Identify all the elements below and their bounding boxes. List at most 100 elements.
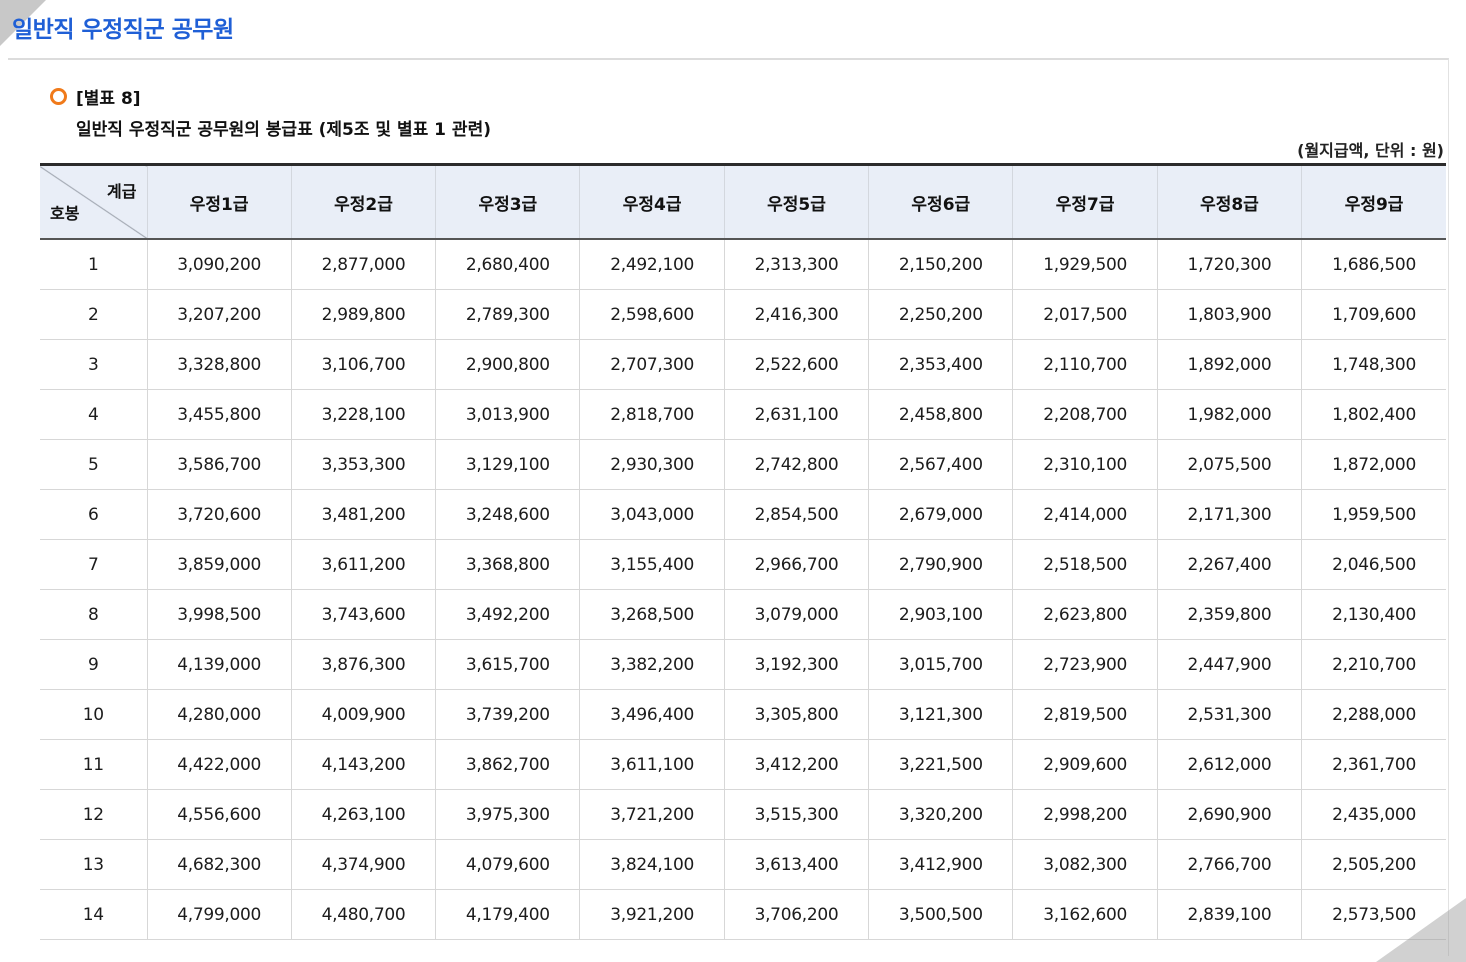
step-cell: 11 [40, 739, 147, 790]
column-header: 우정4급 [579, 164, 725, 240]
table-row: 2 3,207,200 2,989,800 2,789,300 2,598,600 2,4… [40, 289, 1446, 340]
salary-cell: 4,280,000 [146, 689, 292, 740]
salary-cell: 3,921,200 [579, 889, 725, 940]
salary-cell: 3,615,700 [435, 639, 580, 690]
salary-cell: 3,706,200 [723, 889, 869, 940]
salary-cell: 3,121,300 [868, 689, 1013, 740]
salary-cell: 2,567,400 [868, 439, 1013, 490]
salary-cell: 3,228,100 [290, 389, 436, 440]
step-cell: 8 [40, 589, 147, 640]
salary-cell: 2,612,000 [1156, 739, 1302, 790]
table-caption: [별표 8] 일반직 우정직군 공무원의 봉급표 (제5조 및 별표 1 관련) [50, 84, 491, 140]
salary-cell: 1,720,300 [1156, 239, 1302, 290]
salary-cell: 3,043,000 [579, 489, 725, 540]
column-header: 우정5급 [723, 164, 869, 240]
salary-cell: 3,496,400 [579, 689, 725, 740]
circle-bullet-icon [50, 88, 67, 105]
salary-cell: 3,515,300 [723, 789, 869, 840]
table-row: 7 3,859,000 3,611,200 3,368,800 3,155,400 2,9… [40, 539, 1446, 590]
salary-cell: 3,824,100 [579, 839, 725, 890]
salary-cell: 1,748,300 [1301, 339, 1446, 390]
salary-cell: 2,909,600 [1012, 739, 1158, 790]
table-row: 13 4,682,300 4,374,900 4,079,600 3,824,100 3,… [40, 839, 1446, 890]
salary-cell: 3,412,900 [868, 839, 1013, 890]
salary-cell: 3,090,200 [146, 239, 292, 290]
salary-cell: 2,435,000 [1301, 789, 1446, 840]
step-axis-label: 호봉 [50, 204, 80, 223]
salary-cell: 1,959,500 [1301, 489, 1446, 540]
salary-cell: 1,686,500 [1301, 239, 1446, 290]
salary-cell: 3,720,600 [146, 489, 292, 540]
salary-cell: 2,819,500 [1012, 689, 1158, 740]
salary-cell: 4,480,700 [290, 889, 436, 940]
salary-cell: 2,854,500 [723, 489, 869, 540]
step-cell: 2 [40, 289, 147, 340]
table-row: 12 4,556,600 4,263,100 3,975,300 3,721,200 3,… [40, 789, 1446, 840]
salary-cell: 2,623,800 [1012, 589, 1158, 640]
salary-cell: 1,802,400 [1301, 389, 1446, 440]
salary-cell: 3,382,200 [579, 639, 725, 690]
table-row: 9 4,139,000 3,876,300 3,615,700 3,382,200 3,1… [40, 639, 1446, 690]
salary-cell: 3,586,700 [146, 439, 292, 490]
salary-cell: 4,556,600 [146, 789, 292, 840]
salary-cell: 2,208,700 [1012, 389, 1158, 440]
table-row: 4 3,455,800 3,228,100 3,013,900 2,818,700 2,6… [40, 389, 1446, 440]
table-number: [별표 8] [76, 89, 141, 109]
salary-cell: 2,447,900 [1156, 639, 1302, 690]
salary-cell: 2,723,900 [1012, 639, 1158, 690]
step-cell: 5 [40, 439, 147, 490]
salary-cell: 3,320,200 [868, 789, 1013, 840]
salary-cell: 2,458,800 [868, 389, 1013, 440]
table-row: 1 3,090,200 2,877,000 2,680,400 2,492,100 2,3… [40, 239, 1446, 290]
salary-table: 계급 호봉 우정1급 우정2급 우정3급 우정4급 우정5급 우정6급 우정7급 우정8급 우정… [40, 163, 1446, 940]
salary-cell: 4,799,000 [146, 889, 292, 940]
salary-cell: 3,162,600 [1012, 889, 1158, 940]
salary-cell: 2,839,100 [1156, 889, 1302, 940]
salary-cell: 2,903,100 [868, 589, 1013, 640]
salary-cell: 2,310,100 [1012, 439, 1158, 490]
table-body: 1 3,090,200 2,877,000 2,680,400 2,492,100 2,3… [40, 239, 1446, 940]
salary-cell: 4,179,400 [435, 889, 580, 940]
step-cell: 14 [40, 889, 147, 940]
salary-cell: 3,481,200 [290, 489, 436, 540]
salary-cell: 2,017,500 [1012, 289, 1158, 340]
header-row: 계급 호봉 우정1급 우정2급 우정3급 우정4급 우정5급 우정6급 우정7급 우정8급 우정… [40, 164, 1446, 240]
salary-cell: 2,130,400 [1301, 589, 1446, 640]
salary-cell: 3,079,000 [723, 589, 869, 640]
salary-cell: 2,518,500 [1012, 539, 1158, 590]
salary-cell: 4,009,900 [290, 689, 436, 740]
salary-cell: 2,877,000 [290, 239, 436, 290]
salary-cell: 2,210,700 [1301, 639, 1446, 690]
salary-cell: 3,082,300 [1012, 839, 1158, 890]
table-row: 14 4,799,000 4,480,700 4,179,400 3,921,200 3,… [40, 889, 1446, 940]
salary-cell: 3,248,600 [435, 489, 580, 540]
salary-cell: 2,110,700 [1012, 339, 1158, 390]
salary-cell: 3,015,700 [868, 639, 1013, 690]
salary-cell: 3,998,500 [146, 589, 292, 640]
table-row: 10 4,280,000 4,009,900 3,739,200 3,496,400 3,… [40, 689, 1446, 740]
salary-cell: 2,790,900 [868, 539, 1013, 590]
step-cell: 4 [40, 389, 147, 440]
salary-cell: 3,876,300 [290, 639, 436, 690]
salary-cell: 2,900,800 [435, 339, 580, 390]
step-cell: 9 [40, 639, 147, 690]
salary-cell: 2,818,700 [579, 389, 725, 440]
salary-cell: 2,598,600 [579, 289, 725, 340]
column-header: 우정6급 [868, 164, 1013, 240]
salary-cell: 2,046,500 [1301, 539, 1446, 590]
salary-cell: 3,455,800 [146, 389, 292, 440]
salary-cell: 3,013,900 [435, 389, 580, 440]
salary-cell: 2,171,300 [1156, 489, 1302, 540]
salary-cell: 2,313,300 [723, 239, 869, 290]
salary-cell: 3,613,400 [723, 839, 869, 890]
salary-cell: 3,192,300 [723, 639, 869, 690]
salary-cell: 3,611,200 [290, 539, 436, 590]
salary-cell: 4,682,300 [146, 839, 292, 890]
salary-cell: 4,143,200 [290, 739, 436, 790]
step-cell: 3 [40, 339, 147, 390]
column-header: 우정7급 [1012, 164, 1158, 240]
step-cell: 12 [40, 789, 147, 840]
salary-cell: 3,500,500 [868, 889, 1013, 940]
salary-cell: 3,721,200 [579, 789, 725, 840]
table-row: 3 3,328,800 3,106,700 2,900,800 2,707,300 2,5… [40, 339, 1446, 390]
